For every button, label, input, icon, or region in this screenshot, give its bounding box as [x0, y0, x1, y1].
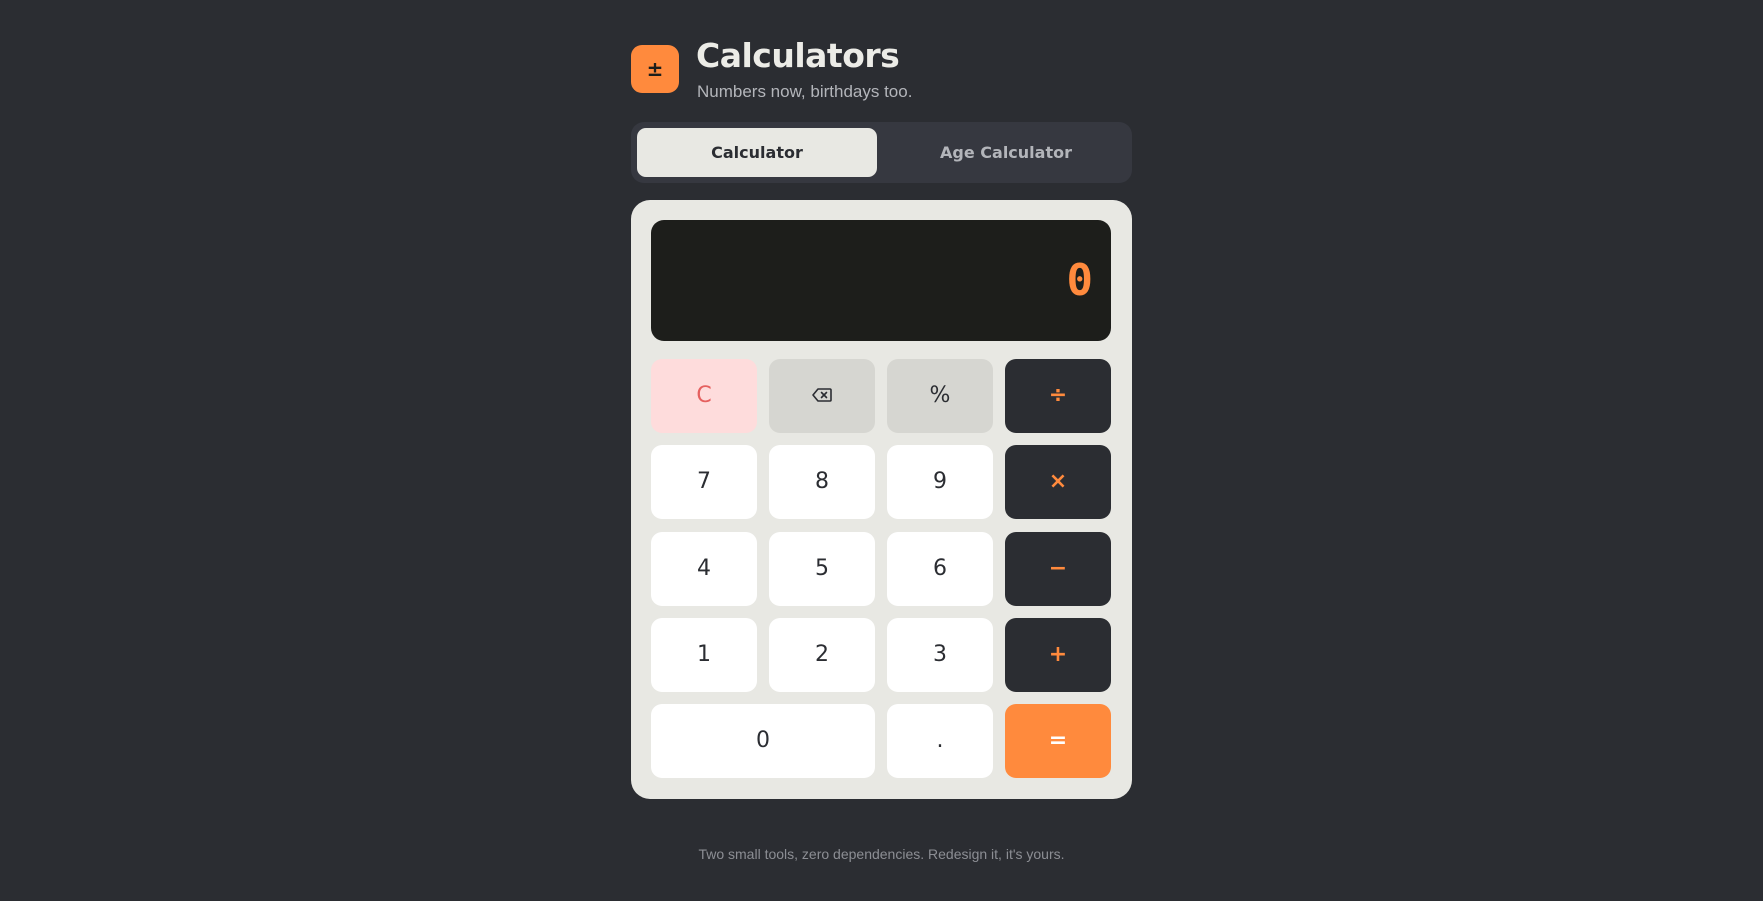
- divide-button[interactable]: ÷: [1005, 359, 1111, 433]
- clear-button[interactable]: C: [651, 359, 757, 433]
- digit-7-button[interactable]: 7: [651, 445, 757, 519]
- page-title: Calculators: [696, 36, 900, 75]
- multiply-button[interactable]: ×: [1005, 445, 1111, 519]
- digit-1-button[interactable]: 1: [651, 618, 757, 692]
- plus-minus-logo-icon: ±: [631, 45, 679, 93]
- subtract-button[interactable]: −: [1005, 532, 1111, 606]
- digit-9-button[interactable]: 9: [887, 445, 993, 519]
- add-button[interactable]: +: [1005, 618, 1111, 692]
- digit-3-button[interactable]: 3: [887, 618, 993, 692]
- calculator-panel: 0 C % ÷ 7 8 9 × 4 5 6 − 1 2 3 + 0 . =: [631, 200, 1132, 799]
- digit-5-button[interactable]: 5: [769, 532, 875, 606]
- backspace-icon: [812, 387, 832, 402]
- tab-calculator[interactable]: Calculator: [637, 128, 877, 177]
- page-subtitle: Numbers now, birthdays too.: [697, 82, 913, 101]
- equals-button[interactable]: =: [1005, 704, 1111, 778]
- digit-4-button[interactable]: 4: [651, 532, 757, 606]
- digit-2-button[interactable]: 2: [769, 618, 875, 692]
- calculator-display: 0: [651, 220, 1111, 341]
- percent-button[interactable]: %: [887, 359, 993, 433]
- tab-bar: Calculator Age Calculator: [631, 122, 1132, 183]
- display-value: 0: [1066, 255, 1094, 306]
- digit-8-button[interactable]: 8: [769, 445, 875, 519]
- tab-age-calculator[interactable]: Age Calculator: [886, 128, 1126, 177]
- digit-6-button[interactable]: 6: [887, 532, 993, 606]
- backspace-button[interactable]: [769, 359, 875, 433]
- decimal-button[interactable]: .: [887, 704, 993, 778]
- header: ± Calculators Numbers now, birthdays too…: [631, 36, 1132, 106]
- digit-0-button[interactable]: 0: [651, 704, 875, 778]
- footer-note: Two small tools, zero dependencies. Rede…: [698, 846, 1065, 862]
